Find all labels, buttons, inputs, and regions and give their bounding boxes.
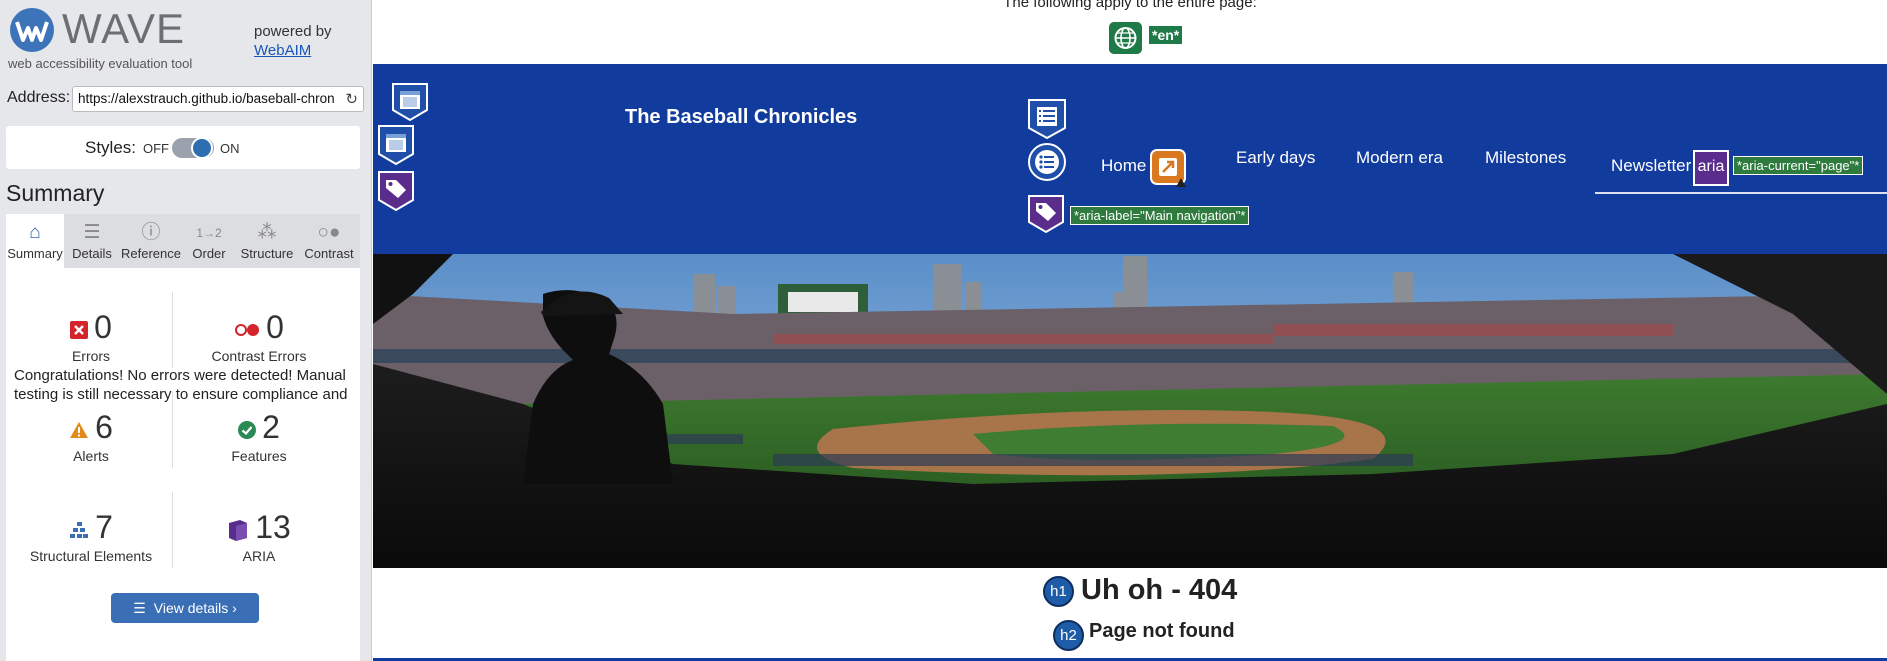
h1-icon[interactable]: h1 xyxy=(1043,576,1074,607)
contrast-error-icon xyxy=(235,323,260,336)
nav-link-home[interactable]: Home xyxy=(1101,156,1146,176)
structure-icon xyxy=(70,521,89,538)
aria-label: ARIA xyxy=(242,548,276,564)
contrast-icon: ○● xyxy=(317,222,341,243)
header-region-icon[interactable] xyxy=(389,80,431,122)
alerts-label: Alerts xyxy=(73,448,109,464)
wave-sidebar: WAVE web accessibility evaluation tool p… xyxy=(0,0,372,661)
nav-link-modern-era[interactable]: Modern era xyxy=(1356,148,1443,168)
order-icon: 1→2 xyxy=(196,226,222,240)
wave-logo-icon xyxy=(10,8,54,52)
list-icon: ☰ xyxy=(83,222,101,243)
powered-by: powered by WebAIM xyxy=(254,22,332,60)
nav-link-milestones[interactable]: Milestones xyxy=(1485,148,1566,168)
view-details-label: View details › xyxy=(153,600,237,616)
stat-features[interactable]: 2 Features xyxy=(174,408,344,464)
aria-tag-text: aria xyxy=(1697,158,1725,175)
tab-structure[interactable]: ⁂ Structure xyxy=(236,214,298,268)
nav-link-early-days[interactable]: Early days xyxy=(1236,148,1315,168)
h2-icon[interactable]: h2 xyxy=(1053,620,1084,651)
site-header: The Baseball Chronicles *aria-label="Mai… xyxy=(373,64,1887,254)
page-h2: Page not found xyxy=(1089,620,1235,642)
tab-reference[interactable]: ⓘ Reference xyxy=(120,214,182,268)
unordered-list-icon[interactable] xyxy=(1027,142,1067,182)
h1-badge-text: h1 xyxy=(1050,583,1067,600)
alert-icon xyxy=(70,421,89,438)
aria-label-icon[interactable] xyxy=(1025,192,1067,234)
tab-details[interactable]: ☰ Details xyxy=(64,214,120,268)
page-wide-note: The following apply to the entire page: xyxy=(1003,0,1257,11)
address-value: https://alexstrauch.github.io/baseball-c… xyxy=(78,91,335,106)
feature-check-icon xyxy=(238,420,257,439)
tab-summary[interactable]: ⌂ Summary xyxy=(6,214,64,268)
reload-icon[interactable]: ↻ xyxy=(345,90,358,108)
nav-region-icon[interactable] xyxy=(1025,96,1069,140)
aria-count: 13 xyxy=(255,509,291,545)
tab-label: Details xyxy=(72,246,112,261)
summary-panel: 0 Errors 0 Contrast Errors 6 Alerts 2 Fe… xyxy=(6,268,360,661)
stat-structural[interactable]: 7 Structural Elements xyxy=(6,508,176,564)
redundant-link-alert-icon[interactable] xyxy=(1149,148,1189,188)
powered-by-text: powered by xyxy=(254,23,332,40)
alerts-count: 6 xyxy=(95,409,113,445)
features-label: Features xyxy=(231,448,287,464)
evaluated-page: The following apply to the entire page: … xyxy=(373,0,1887,661)
current-page-underline xyxy=(1595,192,1887,194)
lang-badge[interactable]: *en* xyxy=(1149,26,1183,44)
wave-brand: WAVE web accessibility evaluation tool p… xyxy=(6,4,366,74)
contrast-errors-count: 0 xyxy=(266,309,284,345)
wave-tagline: web accessibility evaluation tool xyxy=(8,56,193,71)
summary-heading: Summary xyxy=(6,180,105,206)
webaim-link[interactable]: WebAIM xyxy=(254,42,311,59)
features-count: 2 xyxy=(262,409,280,445)
errors-count: 0 xyxy=(94,309,112,345)
view-details-button[interactable]: ☰ View details › xyxy=(111,593,259,623)
tab-label: Summary xyxy=(7,246,63,261)
styles-toggle-box: Styles: OFF ON xyxy=(6,126,360,169)
aria-current-badge[interactable]: *aria-current="page"* xyxy=(1733,156,1864,175)
main-region-icon[interactable] xyxy=(375,122,417,166)
structural-label: Structural Elements xyxy=(29,548,153,564)
tab-label: Order xyxy=(192,246,226,261)
aria-label-tag-icon[interactable] xyxy=(375,168,417,212)
address-input[interactable]: https://alexstrauch.github.io/baseball-c… xyxy=(72,86,364,112)
h2-badge-text: h2 xyxy=(1060,627,1077,644)
toggle-knob xyxy=(191,137,213,159)
stat-aria[interactable]: 13 ARIA xyxy=(174,508,344,564)
wave-tabs: ⌂ Summary ☰ Details ⓘ Reference 1→2 Orde… xyxy=(6,214,360,268)
styles-on-label: ON xyxy=(220,141,240,156)
stat-alerts[interactable]: 6 Alerts xyxy=(6,408,176,464)
stat-errors[interactable]: 0 Errors xyxy=(6,308,176,364)
errors-label: Errors xyxy=(71,348,111,364)
address-bar: Address: https://alexstrauch.github.io/b… xyxy=(7,86,364,112)
address-label: Address: xyxy=(7,89,71,106)
list-icon: ☰ xyxy=(133,600,146,616)
stat-contrast-errors[interactable]: 0 Contrast Errors xyxy=(174,308,344,364)
structural-count: 7 xyxy=(95,509,113,545)
info-icon: ⓘ xyxy=(141,222,161,243)
tab-label: Structure xyxy=(240,246,294,261)
home-icon: ⌂ xyxy=(29,222,41,243)
styles-toggle[interactable] xyxy=(172,137,214,159)
tab-contrast[interactable]: ○● Contrast xyxy=(298,214,360,268)
tab-order[interactable]: 1→2 Order xyxy=(182,214,236,268)
styles-off-label: OFF xyxy=(143,141,169,156)
tab-label: Reference xyxy=(121,246,181,261)
nav-link-newsletter[interactable]: Newsletter xyxy=(1611,156,1691,176)
aria-icon[interactable]: aria xyxy=(1693,150,1729,186)
aria-icon xyxy=(229,519,248,541)
congrats-message: Congratulations! No errors were detected… xyxy=(14,367,348,403)
wave-title: WAVE xyxy=(62,5,186,52)
structure-icon: ⁂ xyxy=(257,222,277,243)
site-title[interactable]: The Baseball Chronicles xyxy=(625,106,857,129)
contrast-errors-label: Contrast Errors xyxy=(211,348,307,364)
tab-label: Contrast xyxy=(304,246,354,261)
globe-icon[interactable] xyxy=(1109,22,1142,54)
page-h1: Uh oh - 404 xyxy=(1081,574,1238,606)
aria-label-badge[interactable]: *aria-label="Main navigation"* xyxy=(1070,206,1250,225)
styles-label: Styles: xyxy=(85,138,137,157)
error-icon xyxy=(70,320,89,339)
stadium-hero-image xyxy=(373,254,1887,568)
